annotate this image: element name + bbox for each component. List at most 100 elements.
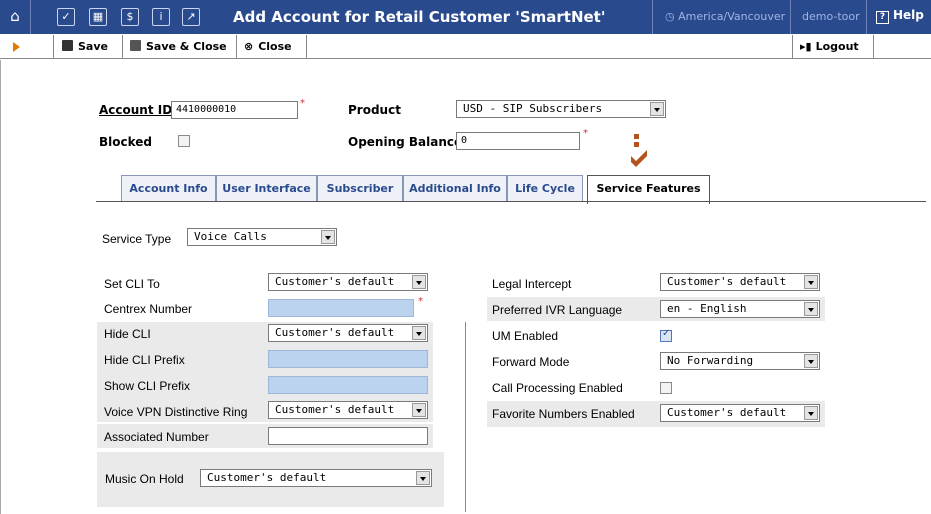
- set-cli-to-value: Customer's default: [275, 275, 395, 288]
- title-bar: ⌂ ✓ ▦ $ i ↗ Add Account for Retail Custo…: [0, 0, 931, 34]
- user-link[interactable]: demo-toor: [802, 10, 860, 23]
- voice-vpn-ring-value: Customer's default: [275, 403, 395, 416]
- logout-button[interactable]: ▸▮ Logout: [800, 35, 859, 59]
- hide-cli-select[interactable]: Customer's default: [268, 324, 428, 342]
- logout-label: Logout: [815, 40, 859, 53]
- save-label: Save: [78, 40, 108, 53]
- tab-life-cycle[interactable]: Life Cycle: [507, 175, 583, 202]
- associated-number-label: Associated Number: [104, 430, 209, 444]
- home-icon[interactable]: ⌂: [6, 8, 24, 26]
- music-on-hold-select[interactable]: Customer's default: [200, 469, 432, 487]
- hide-cli-prefix-field[interactable]: [268, 350, 428, 368]
- product-select[interactable]: USD - SIP Subscribers: [456, 100, 666, 118]
- info-icon[interactable]: i: [152, 8, 170, 26]
- um-enabled-checkbox[interactable]: [660, 328, 672, 342]
- voice-vpn-ring-label: Voice VPN Distinctive Ring: [104, 405, 248, 419]
- check-icon[interactable]: ✓: [57, 8, 75, 26]
- help-icon: ?: [876, 11, 889, 24]
- blocked-checkbox[interactable]: [178, 135, 190, 147]
- chevron-down-icon: [412, 275, 426, 289]
- divider: [122, 35, 123, 59]
- divider: [873, 35, 874, 59]
- forward-mode-select[interactable]: No Forwarding: [660, 352, 820, 370]
- tab-user-interface[interactable]: User Interface: [216, 175, 317, 202]
- divider: [30, 0, 31, 34]
- floppy-icon: [62, 40, 73, 51]
- music-on-hold-label: Music On Hold: [105, 472, 184, 486]
- hide-cli-prefix-label: Hide CLI Prefix: [104, 353, 185, 367]
- save-button[interactable]: Save: [62, 35, 108, 59]
- arrow-down-icon: [631, 134, 647, 167]
- opening-balance-field[interactable]: 0: [456, 132, 580, 150]
- favorite-numbers-select[interactable]: Customer's default: [660, 404, 820, 422]
- service-type-select[interactable]: Voice Calls: [187, 228, 337, 246]
- tab-subscriber[interactable]: Subscriber: [317, 175, 403, 202]
- required-marker: *: [583, 128, 588, 139]
- divider: [866, 0, 867, 34]
- tab-account-info[interactable]: Account Info: [121, 175, 216, 202]
- account-id-field[interactable]: 4410000010: [171, 101, 298, 119]
- chevron-down-icon: [804, 354, 818, 368]
- chevron-down-icon: [804, 302, 818, 316]
- legal-intercept-select[interactable]: Customer's default: [660, 273, 820, 291]
- save-close-label: Save & Close: [146, 40, 227, 53]
- account-id-label: Account ID: [99, 103, 173, 117]
- help-label: Help: [893, 8, 924, 22]
- set-cli-to-select[interactable]: Customer's default: [268, 273, 428, 291]
- tab-service-features[interactable]: Service Features: [587, 175, 710, 204]
- content-area: Account ID 4410000010 * Product USD - SI…: [0, 60, 931, 514]
- voice-vpn-ring-select[interactable]: Customer's default: [268, 401, 428, 419]
- divider: [236, 35, 237, 59]
- required-marker: *: [300, 98, 305, 109]
- product-label: Product: [348, 103, 401, 117]
- close-button[interactable]: ⊗ Close: [244, 35, 292, 59]
- divider: [792, 35, 793, 59]
- chevron-down-icon: [650, 102, 664, 116]
- chevron-down-icon: [804, 275, 818, 289]
- ivr-language-value: en - English: [667, 302, 747, 315]
- call-processing-label: Call Processing Enabled: [492, 381, 623, 395]
- service-type-label: Service Type: [102, 232, 172, 246]
- legal-intercept-value: Customer's default: [667, 275, 787, 288]
- close-icon: ⊗: [244, 40, 254, 53]
- chart-icon[interactable]: ↗: [182, 8, 200, 26]
- chevron-down-icon: [412, 326, 426, 340]
- toolbar: Save Save & Close ⊗ Close ▸▮ Logout: [0, 35, 931, 59]
- favorite-numbers-value: Customer's default: [667, 406, 787, 419]
- opening-balance-label: Opening Balance: [348, 135, 463, 149]
- centrex-number-field[interactable]: [268, 299, 414, 317]
- grid-icon[interactable]: ▦: [89, 8, 107, 26]
- save-close-button[interactable]: Save & Close: [130, 35, 227, 59]
- timezone-link[interactable]: ◷ America/Vancouver: [665, 10, 785, 23]
- set-cli-to-label: Set CLI To: [104, 277, 160, 291]
- help-link[interactable]: ? Help: [876, 8, 924, 24]
- ivr-language-select[interactable]: en - English: [660, 300, 820, 318]
- floppy-icon: [130, 40, 141, 51]
- column-divider: [465, 322, 466, 512]
- product-value: USD - SIP Subscribers: [463, 102, 603, 115]
- favorite-numbers-label: Favorite Numbers Enabled: [492, 407, 635, 421]
- music-on-hold-value: Customer's default: [207, 471, 327, 484]
- page-title: Add Account for Retail Customer 'SmartNe…: [233, 8, 606, 26]
- call-processing-checkbox[interactable]: [660, 382, 672, 394]
- close-label: Close: [258, 40, 292, 53]
- divider: [53, 35, 54, 59]
- divider: [306, 35, 307, 59]
- hide-cli-value: Customer's default: [275, 326, 395, 339]
- clock-icon: ◷: [665, 10, 679, 23]
- forward-mode-label: Forward Mode: [492, 355, 570, 369]
- ivr-language-label: Preferred IVR Language: [492, 303, 623, 317]
- hide-cli-label: Hide CLI: [104, 327, 151, 341]
- um-enabled-label: UM Enabled: [492, 329, 559, 343]
- blocked-label: Blocked: [99, 135, 153, 149]
- associated-number-field[interactable]: [268, 427, 428, 445]
- timezone-label: America/Vancouver: [678, 10, 786, 23]
- play-icon[interactable]: [13, 42, 20, 52]
- forward-mode-value: No Forwarding: [667, 354, 754, 367]
- dollar-icon[interactable]: $: [121, 8, 139, 26]
- tab-additional-info[interactable]: Additional Info: [403, 175, 507, 202]
- show-cli-prefix-label: Show CLI Prefix: [104, 379, 191, 393]
- chevron-down-icon: [416, 471, 430, 485]
- legal-intercept-label: Legal Intercept: [492, 277, 572, 291]
- show-cli-prefix-field[interactable]: [268, 376, 428, 394]
